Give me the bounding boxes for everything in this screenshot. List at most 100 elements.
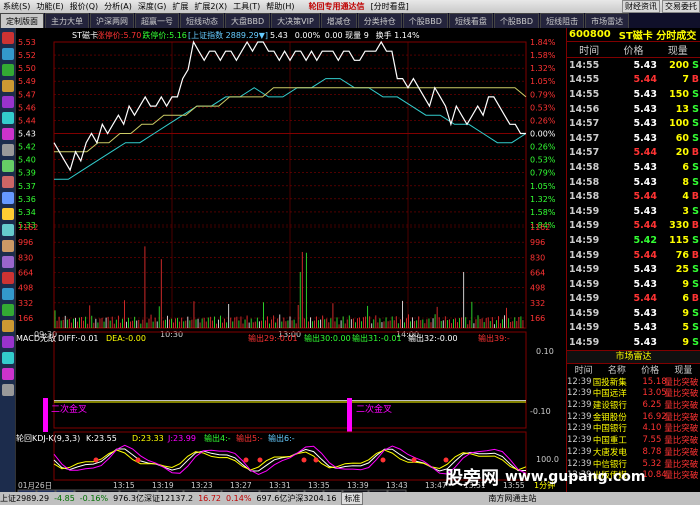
toolbar-icon-22[interactable]	[2, 384, 14, 396]
toolbar-icon-3[interactable]	[2, 80, 14, 92]
radar-row[interactable]: 12:39 中国远洋 13.05 量比突破	[567, 388, 700, 399]
tick-row[interactable]: 14:59 5.43 9 S	[567, 277, 700, 292]
tick-row[interactable]: 14:59 5.44 330 B	[567, 219, 700, 234]
tick-time: 14:59	[569, 234, 600, 246]
tick-row[interactable]: 14:57 5.44 20 B	[567, 146, 700, 161]
pct-tick-label: 0.26%	[530, 116, 556, 125]
tick-row[interactable]: 14:58 5.43 6 S	[567, 160, 700, 175]
radar-col-0: 时间	[574, 366, 593, 377]
top-right-button-0[interactable]: 财经资讯	[622, 0, 660, 13]
tab-3[interactable]: 超赢一号	[135, 13, 179, 28]
tick-direction: B	[691, 191, 699, 203]
tick-row[interactable]: 14:59 5.43 5 S	[567, 321, 700, 336]
tick-row[interactable]: 14:55 5.43 150 S	[567, 87, 700, 102]
toolbar-icon-2[interactable]	[2, 64, 14, 76]
toolbar-icon-15[interactable]	[2, 272, 14, 284]
menu-item-1[interactable]: 功能(E)	[33, 1, 66, 12]
toolbar-icon-14[interactable]	[2, 256, 14, 268]
tab-1[interactable]: 主力大单	[45, 13, 89, 28]
chart-svg[interactable]: ST磁卡涨停价:5.70 跌停价:5.16 [上证指数 2889.29▼] 5.43 0…	[16, 28, 566, 502]
tick-row[interactable]: 14:59 5.42 115 S	[567, 233, 700, 248]
radar-col-1: 名称	[607, 366, 626, 377]
menu-item-4[interactable]: 深度(G)	[135, 1, 169, 12]
radar-row[interactable]: 12:39 大唐发电 8.78 量比突破	[567, 446, 700, 458]
toolbar-icon-21[interactable]	[2, 368, 14, 380]
menu-item-5[interactable]: 扩展	[169, 1, 191, 12]
tick-row[interactable]: 14:58 5.43 8 S	[567, 175, 700, 190]
toolbar-icon-0[interactable]	[2, 32, 14, 44]
toolbar-icon-16[interactable]	[2, 288, 14, 300]
radar-col-3: 现量	[674, 366, 693, 377]
toolbar-icon-5[interactable]	[2, 112, 14, 124]
macd-dea: DEA:-0.00	[106, 334, 146, 343]
tick-direction: S	[692, 307, 699, 319]
menu-item-6[interactable]: 扩展2(X)	[191, 1, 230, 12]
intraday-chart-area[interactable]: ST磁卡 涨停价:5.70 跌停价:5.16 [上证指数 2889.29▼] 5.43 0…	[16, 28, 566, 502]
tick-row[interactable]: 14:56 5.43 13 S	[567, 102, 700, 117]
radar-price: 15.18	[642, 376, 667, 387]
menu-item-7[interactable]: 工具(T)	[230, 1, 263, 12]
toolbar-icon-4[interactable]	[2, 96, 14, 108]
vol-tick-label: 996	[18, 238, 33, 247]
toolbar-icon-18[interactable]	[2, 320, 14, 332]
toolbar-icon-7[interactable]	[2, 144, 14, 156]
tick-price: 5.43	[633, 176, 657, 188]
toolbar-icon-1[interactable]	[2, 48, 14, 60]
tick-row[interactable]: 14:55 5.44 7 B	[567, 73, 700, 88]
toolbar-icon-12[interactable]	[2, 224, 14, 236]
tab-2[interactable]: 沪深两网	[90, 13, 134, 28]
sh-change: -4.85	[54, 494, 75, 503]
tick-row[interactable]: 14:57 5.43 100 S	[567, 116, 700, 131]
toolbar-icon-6[interactable]	[2, 128, 14, 140]
price-tick-label: 5.50	[18, 64, 36, 73]
toolbar-icon-17[interactable]	[2, 304, 14, 316]
tick-row[interactable]: 14:59 5.44 6 B	[567, 292, 700, 307]
radar-row[interactable]: 12:39 中国重工 7.55 量比突破	[567, 434, 700, 446]
tab-5[interactable]: 大盘BBD	[225, 13, 271, 28]
tab-10[interactable]: 短线看盘	[448, 13, 493, 28]
tick-row[interactable]: 14:59 5.43 3 S	[567, 204, 700, 219]
tab-13[interactable]: 市场雷达	[585, 13, 630, 28]
tab-8[interactable]: 分类持仓	[357, 13, 402, 28]
toolbar-icon-9[interactable]	[2, 176, 14, 188]
toolbar-icon-13[interactable]	[2, 240, 14, 252]
toolbar-icon-20[interactable]	[2, 352, 14, 364]
tick-row[interactable]: 14:57 5.43 60 S	[567, 131, 700, 146]
tick-row[interactable]: 14:59 5.43 25 S	[567, 262, 700, 277]
tick-row[interactable]: 14:59 5.44 76 B	[567, 248, 700, 263]
tab-7[interactable]: 增减仓	[320, 13, 357, 28]
tick-row[interactable]: 14:59 5.43 9 S	[567, 335, 700, 350]
top-right-button-1[interactable]: 交易委托	[662, 0, 700, 13]
radar-row[interactable]: 12:39 国投新集 15.18 量比突破	[567, 376, 700, 388]
price-tick-label: 5.44	[18, 116, 36, 125]
macd-out31: 输出31:-0.01	[352, 333, 402, 343]
toolbar-icon-8[interactable]	[2, 160, 14, 172]
price-tick-label: 5.40	[18, 156, 36, 165]
tick-row[interactable]: 14:55 5.43 200 S	[567, 58, 700, 73]
radar-title[interactable]: 市场雷达	[567, 349, 700, 364]
tick-list[interactable]: 14:55 5.43 200 S 14:55 5.44 7 B 14:55 5.43 150 S 14:…	[567, 58, 700, 350]
pct-tick-label: 1.84%	[530, 38, 556, 47]
tab-4[interactable]: 短线动态	[180, 13, 224, 28]
menu-item-3[interactable]: 分析(A)	[101, 1, 135, 12]
tab-0[interactable]: 定制版面	[0, 13, 44, 28]
menu-item-2[interactable]: 报价(Q)	[67, 1, 102, 12]
tick-volume: 7	[682, 74, 689, 86]
toolbar-icon-10[interactable]	[2, 192, 14, 204]
toolbar-icon-19[interactable]	[2, 336, 14, 348]
radar-name: 金钼股份	[592, 412, 627, 423]
tab-11[interactable]: 个股BBD	[493, 13, 540, 28]
menu-item-8[interactable]: 帮助(H)	[263, 1, 297, 12]
tick-direction: B	[691, 74, 699, 86]
standard-button[interactable]: 标准	[341, 492, 364, 505]
radar-row[interactable]: 12:39 金钼股份 16.92 量比突破	[567, 411, 700, 423]
tab-12[interactable]: 短线阻击	[540, 13, 585, 28]
tick-row[interactable]: 14:59 5.43 9 S	[567, 306, 700, 321]
tick-row[interactable]: 14:58 5.44 4 B	[567, 189, 700, 204]
tab-6[interactable]: 大决策VIP	[271, 13, 320, 28]
toolbar-icon-11[interactable]	[2, 208, 14, 220]
tab-9[interactable]: 个股BBD	[402, 13, 448, 28]
radar-row[interactable]: 12:39 建设银行 6.25 量比突破	[567, 399, 700, 411]
radar-row[interactable]: 12:39 中国银行 4.10 量比突破	[567, 423, 700, 434]
menu-item-0[interactable]: 系统(S)	[0, 1, 33, 12]
